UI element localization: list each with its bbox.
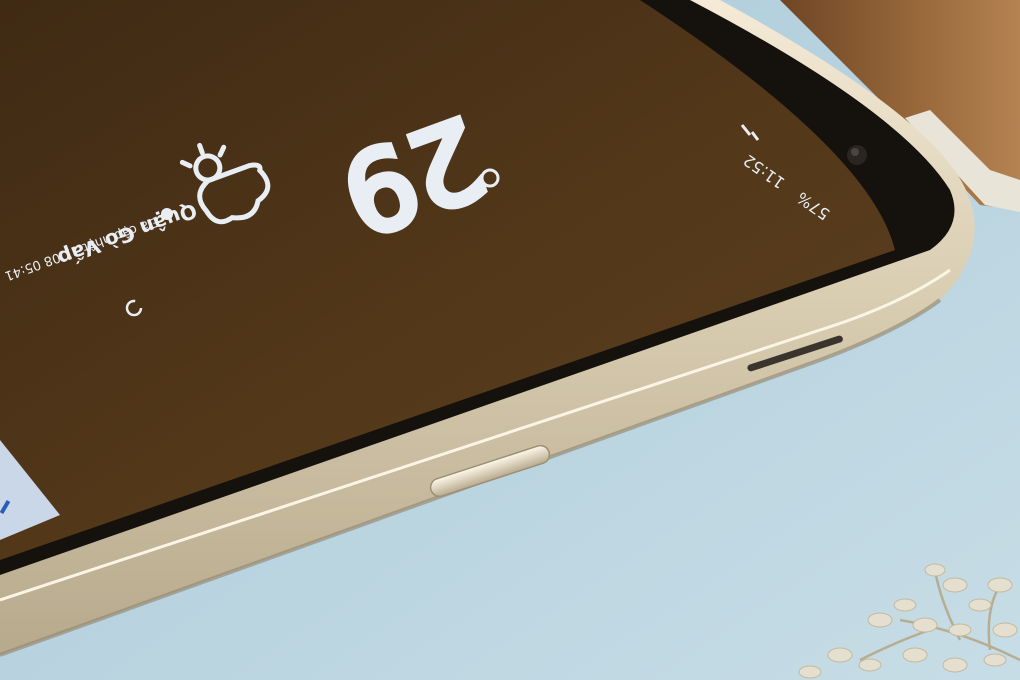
- phone-photo: 29 Quận Gò Vấp Đã cập nhật 21.08 05:41 5…: [0, 0, 1020, 680]
